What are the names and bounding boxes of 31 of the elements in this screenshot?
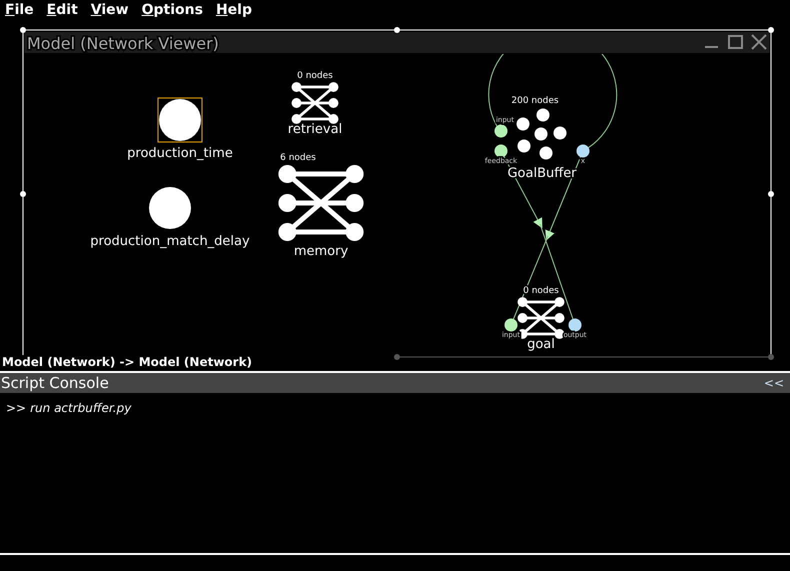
close-icon[interactable] [751, 34, 767, 50]
console-command: run actrbuffer.py [30, 400, 132, 417]
port-node[interactable] [576, 144, 590, 158]
collapse-button[interactable]: << [764, 373, 790, 393]
neuron-cluster-drawing[interactable] [516, 108, 566, 160]
network-drawing[interactable] [278, 165, 364, 241]
node-label: retrieval [288, 122, 342, 137]
port-node[interactable] [504, 318, 518, 332]
node-count: 0 nodes [297, 71, 333, 81]
port-node[interactable] [568, 318, 582, 332]
maximize-icon[interactable] [728, 35, 743, 49]
menu-item[interactable]: Options [142, 0, 203, 20]
node-label: memory [294, 244, 348, 259]
window-title: Model (Network Viewer) [27, 34, 219, 53]
console-prompt: >> [6, 400, 26, 417]
menu-item[interactable]: View [90, 0, 129, 20]
ensemble-node[interactable] [149, 187, 191, 229]
menu-item[interactable]: Edit [46, 0, 78, 20]
node-count: 200 nodes [511, 96, 559, 106]
menu-item[interactable]: Help [216, 0, 252, 20]
node-label: goal [527, 337, 555, 352]
network-drawing[interactable] [292, 82, 338, 124]
node-count: 6 nodes [280, 153, 316, 163]
console-title: Script Console [0, 373, 109, 393]
node-label: production_match_delay [90, 234, 250, 249]
menu-item[interactable]: File [5, 0, 34, 20]
breadcrumb-text: Model (Network) -> Model (Network) [2, 355, 252, 369]
port-node[interactable] [494, 144, 508, 158]
node-label: production_time [127, 146, 233, 161]
port-node[interactable] [494, 124, 508, 138]
window-frame[interactable] [20, 27, 774, 356]
